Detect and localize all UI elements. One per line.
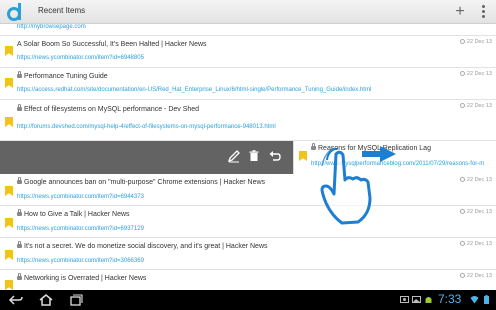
android-icon xyxy=(425,297,432,303)
wifi-icon xyxy=(470,296,479,304)
list-item[interactable]: Effect of filesystems on MySQL performan… xyxy=(0,100,496,141)
item-url[interactable]: https://news.ycombinator.com/item?id=306… xyxy=(17,258,144,264)
item-title: A Solar Boom So Successful, It's Been Ha… xyxy=(17,41,207,48)
screenshot-icon xyxy=(400,296,409,303)
bookmark-icon[interactable] xyxy=(5,250,13,260)
list-item[interactable]: Networking is Overrated | Hacker News 22… xyxy=(0,270,496,290)
page-title: Recent Items xyxy=(38,6,86,15)
lock-icon xyxy=(17,71,22,78)
item-url[interactable]: https://access.redhat.com/site/documenta… xyxy=(17,87,371,93)
clock-icon xyxy=(459,103,465,108)
lock-icon xyxy=(17,104,22,111)
bookmark-icon[interactable] xyxy=(5,46,13,56)
app-logo-icon[interactable] xyxy=(6,2,24,22)
list-item[interactable]: http://mybrowsepage.com xyxy=(0,24,496,36)
bookmark-icon[interactable] xyxy=(299,151,307,161)
item-date: 22 Dec 13 xyxy=(459,103,492,109)
hand-pointer-icon xyxy=(320,148,372,225)
trash-icon[interactable] xyxy=(247,149,261,163)
home-icon[interactable] xyxy=(38,293,54,307)
item-url[interactable]: https://news.ycombinator.com/item?id=694… xyxy=(17,194,144,200)
item-title: It's not a secret. We do monetize social… xyxy=(17,241,268,250)
lock-icon xyxy=(17,273,22,280)
app-header: Recent Items + xyxy=(0,0,496,24)
clock-icon xyxy=(459,39,465,44)
list-item[interactable]: Google announces ban on "multi-purpose" … xyxy=(0,174,496,206)
item-url[interactable]: https://news.ycombinator.com/item?id=693… xyxy=(17,226,144,232)
bookmark-icon[interactable] xyxy=(5,117,13,127)
undo-icon[interactable] xyxy=(268,149,282,163)
item-title: How to Give a Talk | Hacker News xyxy=(17,209,130,218)
list-item[interactable]: How to Give a Talk | Hacker News https:/… xyxy=(0,206,496,238)
clock-icon xyxy=(459,273,465,278)
overflow-menu-icon[interactable] xyxy=(474,3,492,21)
bookmark-icon[interactable] xyxy=(5,78,13,88)
list-item[interactable]: A Solar Boom So Successful, It's Been Ha… xyxy=(0,36,496,68)
edit-icon[interactable] xyxy=(227,149,241,163)
item-date: 22 Dec 13 xyxy=(459,39,492,45)
clock-icon xyxy=(459,241,465,246)
item-date: 22 Dec 13 xyxy=(459,71,492,77)
clock-icon xyxy=(459,71,465,76)
system-nav-bar: 7:33 xyxy=(0,290,496,310)
item-url[interactable]: http://forums.devshed.com/mysql-help-4/e… xyxy=(17,124,276,130)
list-item[interactable]: It's not a secret. We do monetize social… xyxy=(0,238,496,270)
bookmark-icon[interactable] xyxy=(5,186,13,196)
bookmark-icon[interactable] xyxy=(5,280,13,290)
recent-apps-icon[interactable] xyxy=(68,293,84,307)
item-date: 22 Dec 13 xyxy=(459,273,492,279)
item-date: 22 Dec 13 xyxy=(459,209,492,215)
item-title: Networking is Overrated | Hacker News xyxy=(17,273,146,282)
item-title: Google announces ban on "multi-purpose" … xyxy=(17,177,265,186)
status-clock: 7:33 xyxy=(438,292,462,306)
list-item[interactable]: Performance Tuning Guide https://access.… xyxy=(0,68,496,100)
item-url[interactable]: http://mybrowsepage.com xyxy=(17,24,86,30)
item-url[interactable]: https://news.ycombinator.com/item?id=694… xyxy=(17,55,144,61)
item-title: Performance Tuning Guide xyxy=(17,71,108,80)
item-date: 22 Dec 13 xyxy=(459,177,492,183)
clock-icon xyxy=(459,209,465,214)
add-button[interactable]: + xyxy=(451,3,469,21)
image-notification-icon xyxy=(412,296,421,303)
lock-icon xyxy=(17,177,22,184)
bookmark-icon[interactable] xyxy=(5,218,13,228)
item-date: 22 Dec 13 xyxy=(459,241,492,247)
lock-icon xyxy=(17,241,22,248)
clock-icon xyxy=(459,177,465,182)
lock-icon xyxy=(17,209,22,216)
back-icon[interactable] xyxy=(8,293,24,307)
battery-icon xyxy=(484,295,489,304)
swipe-action-bar xyxy=(0,141,293,174)
item-title: Effect of filesystems on MySQL performan… xyxy=(17,104,199,113)
